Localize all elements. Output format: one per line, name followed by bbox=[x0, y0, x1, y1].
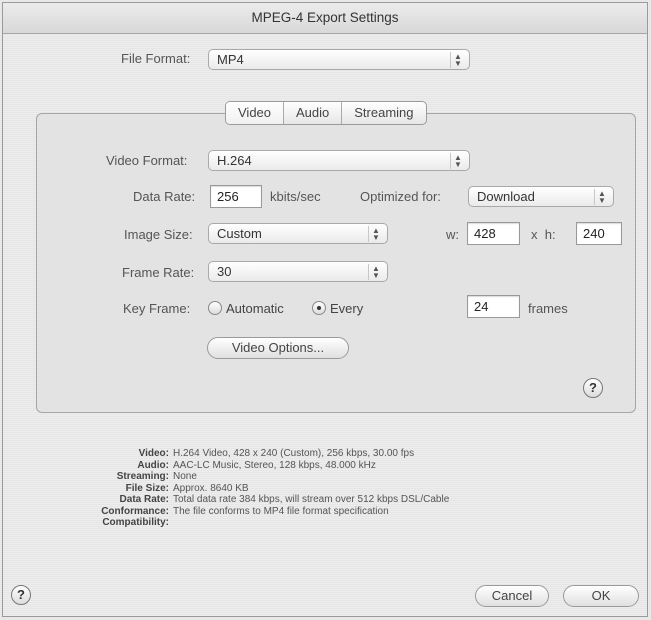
optimized-for-label: Optimized for: bbox=[360, 189, 441, 204]
image-size-popup[interactable]: Custom ▲ ▼ bbox=[208, 223, 388, 244]
ok-button[interactable]: OK bbox=[563, 585, 639, 607]
tab-video[interactable]: Video bbox=[226, 102, 285, 124]
data-rate-label: Data Rate: bbox=[133, 189, 196, 204]
export-settings-window: MPEG-4 Export Settings File Format: MP4 … bbox=[2, 2, 648, 617]
radio-automatic[interactable] bbox=[208, 301, 222, 315]
image-size-value: Custom bbox=[217, 226, 262, 241]
video-options-button[interactable]: Video Options... bbox=[207, 337, 349, 359]
summary-key: File Size: bbox=[125, 482, 169, 494]
key-frame-label: Key Frame: bbox=[123, 301, 191, 316]
summary-row: Video: H.264 Video, 428 x 240 (Custom), 2… bbox=[43, 448, 449, 460]
video-format-popup[interactable]: H.264 ▲ ▼ bbox=[208, 150, 470, 171]
summary-value: The file conforms to MP4 file format spe… bbox=[173, 505, 389, 517]
video-format-label: Video Format: bbox=[106, 153, 188, 168]
tab-streaming[interactable]: Streaming bbox=[342, 102, 425, 124]
summary-value: None bbox=[173, 471, 197, 482]
file-format-label: File Format: bbox=[121, 51, 191, 66]
popup-arrows-icon: ▲ ▼ bbox=[594, 189, 609, 205]
frame-rate-value: 30 bbox=[217, 264, 232, 279]
key-frame-automatic-option[interactable]: Automatic bbox=[208, 301, 284, 316]
key-frame-automatic-label: Automatic bbox=[226, 301, 284, 316]
summary-row: Data Rate: Total data rate 384 kbps, will… bbox=[43, 494, 450, 506]
window-title: MPEG-4 Export Settings bbox=[3, 3, 647, 34]
tab-bar: Video Audio Streaming bbox=[225, 101, 427, 125]
summary-key: Video: bbox=[138, 448, 169, 459]
summary-key: Compatibility: bbox=[102, 517, 169, 528]
popup-arrows-icon: ▲ ▼ bbox=[368, 226, 383, 242]
summary-row: File Size: Approx. 8640 KB bbox=[43, 483, 449, 495]
optimized-for-value: Download bbox=[477, 189, 535, 204]
frame-rate-label: Frame Rate: bbox=[122, 265, 195, 280]
summary-row: Streaming: None bbox=[43, 471, 449, 483]
summary-key: Streaming: bbox=[116, 471, 169, 482]
summary-key: Conformance: bbox=[101, 505, 169, 517]
summary-value: Total data rate 384 kbps, will stream ov… bbox=[173, 494, 450, 505]
summary-value: H.264 Video, 428 x 240 (Custom), 256 kbp… bbox=[173, 448, 415, 459]
key-frame-field[interactable]: 24 bbox=[467, 295, 520, 318]
popup-arrows-icon: ▲ ▼ bbox=[368, 264, 383, 280]
summary-row: Audio: AAC-LC Music, Stereo, 128 kbps, 48… bbox=[43, 460, 449, 472]
summary-value: AAC-LC Music, Stereo, 128 kbps, 48.000 k… bbox=[173, 459, 376, 471]
file-format-value: MP4 bbox=[217, 52, 244, 67]
popup-arrows-icon: ▲ ▼ bbox=[450, 153, 465, 169]
cancel-button[interactable]: Cancel bbox=[475, 585, 549, 607]
video-format-value: H.264 bbox=[217, 153, 252, 168]
data-rate-field[interactable]: 256 bbox=[210, 185, 262, 208]
popup-arrows-icon: ▲ ▼ bbox=[450, 52, 465, 68]
summary-key: Data Rate: bbox=[119, 494, 169, 505]
frame-rate-popup[interactable]: 30 ▲ ▼ bbox=[208, 261, 388, 282]
height-field[interactable]: 240 bbox=[576, 222, 622, 245]
summary-key: Audio: bbox=[137, 459, 169, 471]
data-rate-unit: kbits/sec bbox=[270, 189, 321, 204]
summary-row: Conformance: The file conforms to MP4 fil… bbox=[43, 506, 449, 518]
key-frame-every-label: Every bbox=[330, 301, 364, 316]
width-field[interactable]: 428 bbox=[467, 222, 520, 245]
summary-value: Approx. 8640 KB bbox=[173, 482, 249, 494]
bottom-help-icon[interactable]: ? bbox=[11, 585, 31, 605]
key-frame-unit: frames bbox=[528, 301, 568, 316]
optimized-for-popup[interactable]: Download ▲ ▼ bbox=[468, 186, 614, 207]
radio-every[interactable] bbox=[312, 301, 326, 315]
image-size-label: Image Size: bbox=[124, 227, 193, 242]
width-label: w: bbox=[446, 227, 459, 242]
height-label: x h: bbox=[531, 227, 556, 242]
tab-audio[interactable]: Audio bbox=[284, 102, 343, 124]
help-icon[interactable]: ? bbox=[583, 378, 603, 398]
summary-row: Compatibility: bbox=[43, 517, 449, 529]
file-format-popup[interactable]: MP4 ▲ ▼ bbox=[208, 49, 470, 70]
settings-summary: Video: H.264 Video, 428 x 240 (Custom), 2… bbox=[43, 448, 449, 529]
key-frame-every-option[interactable]: Every bbox=[312, 301, 363, 316]
